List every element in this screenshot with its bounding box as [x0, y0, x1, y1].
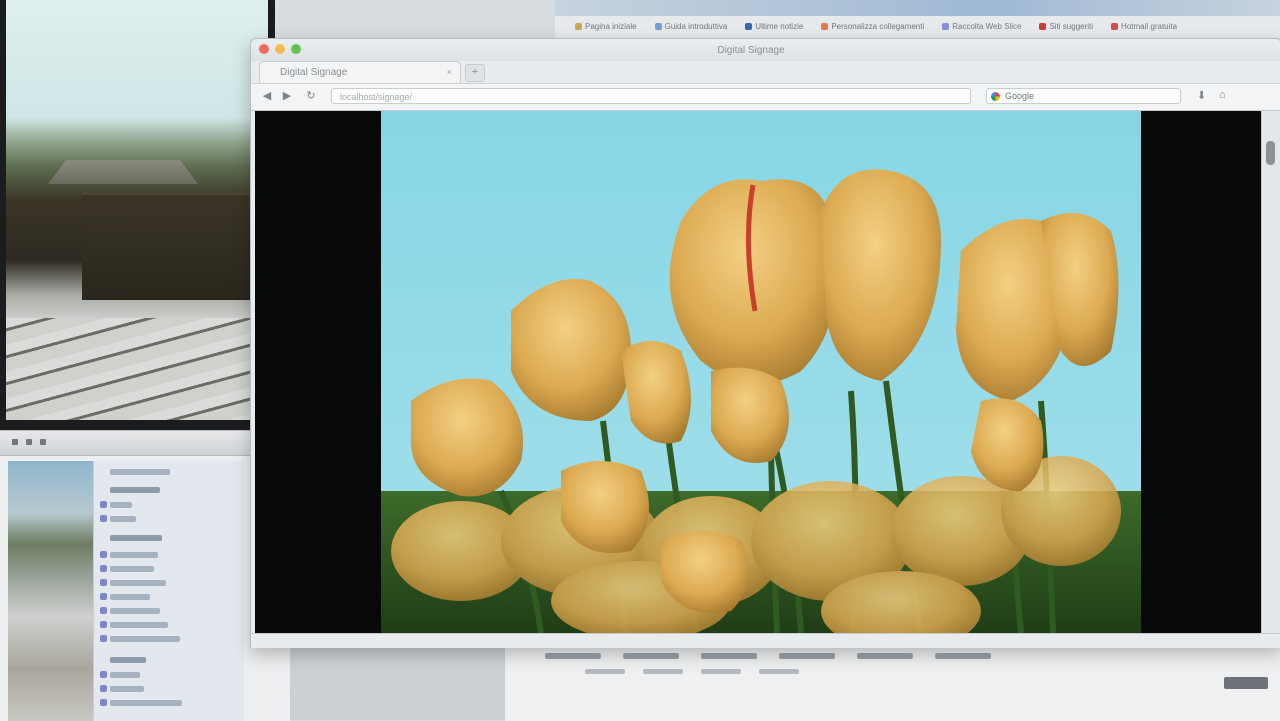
folder-icon — [100, 635, 107, 642]
sidebar-row[interactable] — [110, 636, 180, 642]
folder-icon — [100, 579, 107, 586]
background-browser-window: Pagina iniziale Guida introduttiva Ultim… — [555, 0, 1280, 43]
tulip-flower — [411, 378, 523, 497]
preview-thumbnail — [8, 461, 93, 721]
bookmark-item[interactable]: Raccolta Web Slice — [942, 22, 1021, 31]
bookmark-icon — [1111, 23, 1119, 31]
panel-subtab[interactable] — [701, 669, 741, 674]
folder-icon — [100, 593, 107, 600]
railway-tracks — [6, 318, 268, 420]
navigation-toolbar: ◀ ▶ ↻ localhost/signage/ ⬇ ⌂ — [251, 83, 1280, 111]
folder-icon — [100, 565, 107, 572]
zoom-window-button[interactable] — [291, 44, 301, 54]
signage-image — [381, 111, 1141, 633]
panel-subtabs — [585, 669, 799, 674]
panel-tab[interactable] — [701, 653, 757, 659]
bookmark-icon — [942, 23, 950, 31]
panel-tab[interactable] — [935, 653, 991, 659]
bookmarks-bar: Pagina iniziale Guida introduttiva Ultim… — [575, 22, 1177, 31]
reload-icon[interactable]: ↻ — [303, 89, 319, 103]
sidebar-row[interactable] — [110, 469, 170, 475]
sidebar-row[interactable] — [110, 700, 182, 706]
finder-toolbar — [0, 431, 290, 456]
toolbar-control[interactable] — [12, 439, 18, 445]
folder-icon — [100, 671, 107, 678]
signage-stage — [255, 111, 1261, 633]
station-roof — [48, 160, 198, 184]
folder-icon — [100, 551, 107, 558]
toolbar-control[interactable] — [40, 439, 46, 445]
sidebar-row[interactable] — [110, 594, 150, 600]
freight-wagon — [82, 192, 268, 300]
vertical-scrollbar[interactable] — [1261, 111, 1280, 633]
google-icon[interactable] — [991, 92, 1000, 101]
home-icon[interactable]: ⌂ — [1219, 89, 1226, 101]
search-field[interactable] — [986, 88, 1181, 104]
page-viewport — [255, 111, 1261, 633]
bookmark-icon — [654, 23, 662, 31]
search-input[interactable] — [1005, 90, 1175, 102]
close-window-button[interactable] — [259, 44, 269, 54]
panel-tab[interactable] — [623, 653, 679, 659]
bookmark-item[interactable]: Guida introduttiva — [654, 22, 727, 31]
bookmark-icon — [745, 23, 753, 31]
sidebar-row[interactable] — [110, 487, 160, 493]
download-icon[interactable]: ⬇ — [1197, 89, 1206, 102]
bookmark-item[interactable]: Siti suggeriti — [1039, 22, 1093, 31]
sidebar-row[interactable] — [110, 580, 166, 586]
bookmark-item[interactable]: Ultime notizie — [745, 22, 803, 31]
sidebar-row[interactable] — [110, 552, 158, 558]
background-panel-window — [505, 640, 1280, 721]
toolbar-control[interactable] — [26, 439, 32, 445]
bookmark-item[interactable]: Pagina iniziale — [575, 22, 637, 31]
sidebar-row[interactable] — [110, 566, 154, 572]
panel-subtab[interactable] — [585, 669, 625, 674]
bookmark-icon — [1039, 23, 1047, 31]
panel-tab[interactable] — [545, 653, 601, 659]
tab-digital-signage[interactable]: Digital Signage × — [259, 61, 461, 84]
sidebar-row[interactable] — [110, 657, 146, 663]
new-tab-button[interactable]: + — [465, 64, 485, 82]
bookmark-icon — [575, 23, 582, 31]
folder-icon — [100, 607, 107, 614]
finder-sidebar — [93, 461, 244, 721]
panel-tabs — [545, 653, 991, 659]
back-arrow-icon[interactable]: ◀ — [259, 89, 275, 103]
tulips-photo — [381, 111, 1141, 633]
bookmark-item[interactable]: Hotmail gratuita — [1111, 22, 1177, 31]
panel-handle[interactable] — [1224, 677, 1268, 689]
panel-subtab[interactable] — [643, 669, 683, 674]
folder-icon — [100, 501, 107, 508]
background-finder-window — [0, 430, 290, 721]
panel-tab[interactable] — [857, 653, 913, 659]
sidebar-row[interactable] — [110, 608, 160, 614]
sidebar-row[interactable] — [110, 535, 162, 541]
window-title: Digital Signage — [717, 45, 785, 56]
folder-icon — [100, 699, 107, 706]
sidebar-row[interactable] — [110, 672, 140, 678]
title-bar: Digital Signage — [251, 39, 1280, 61]
background-title-bar — [555, 0, 1280, 16]
scrollbar-thumb[interactable] — [1266, 141, 1275, 165]
tab-label: Digital Signage — [280, 67, 348, 78]
panel-subtab[interactable] — [759, 669, 799, 674]
status-bar — [251, 633, 1280, 648]
bookmark-item[interactable]: Personalizza collegamenti — [821, 22, 924, 31]
main-browser-window: Digital Signage Digital Signage × + ◀ ▶ … — [250, 38, 1280, 648]
minimize-window-button[interactable] — [275, 44, 285, 54]
forward-arrow-icon[interactable]: ▶ — [279, 89, 295, 103]
sidebar-row[interactable] — [110, 502, 132, 508]
url-bar[interactable]: localhost/signage/ — [331, 88, 971, 104]
sidebar-row[interactable] — [110, 622, 168, 628]
close-icon[interactable]: × — [447, 67, 452, 77]
sidebar-row[interactable] — [110, 686, 144, 692]
panel-tab[interactable] — [779, 653, 835, 659]
sidebar-row[interactable] — [110, 516, 136, 522]
folder-icon — [100, 515, 107, 522]
bookmark-icon — [821, 23, 829, 31]
background-video-window — [0, 0, 275, 430]
folder-icon — [100, 621, 107, 628]
folder-icon — [100, 685, 107, 692]
